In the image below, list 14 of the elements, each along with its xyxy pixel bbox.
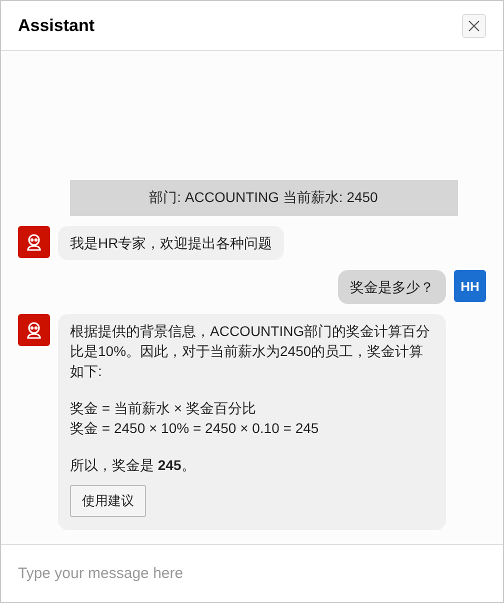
robot-avatar-icon (18, 314, 50, 346)
message-text: 所以，奖金是 245。 (70, 456, 196, 475)
message-input[interactable]: Type your message here (18, 565, 486, 582)
close-icon (468, 20, 480, 32)
message-text: 我是HR专家，欢迎提出各种问题 (70, 234, 272, 253)
suggestion-button[interactable]: 使用建议 (70, 485, 146, 517)
user-avatar: HH (454, 270, 486, 302)
window-title: Assistant (18, 16, 95, 36)
message-text: 奖金 = 当前薪水 × 奖金百分比 奖金 = 2450 × 10% = 2450 × 0.10 = 245 (70, 399, 320, 438)
message-text: 根据提供的背景信息，ACCOUNTING部门的奖金计算百分比是10%。因此，对于当前薪水为2450的员工，奖金计算如下: (70, 322, 432, 381)
close-button[interactable] (462, 14, 486, 38)
message-text: 奖金是多少？ (350, 278, 434, 297)
robot-avatar-icon (18, 226, 50, 258)
context-banner: 部门: ACCOUNTING 当前薪水: 2450 (70, 180, 458, 216)
